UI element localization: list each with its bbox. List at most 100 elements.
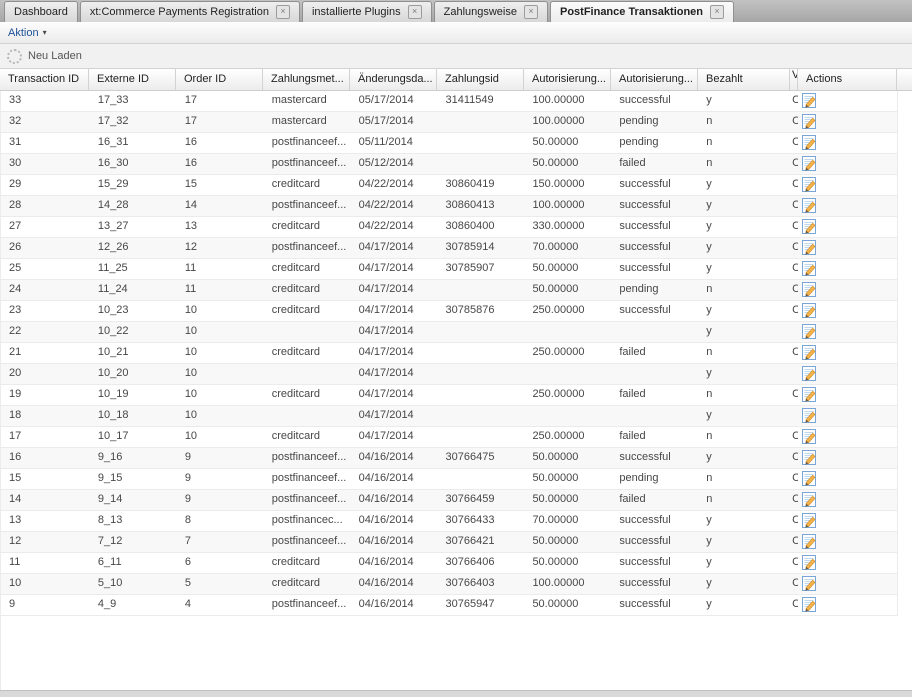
edit-icon <box>802 219 817 234</box>
edit-action-button[interactable] <box>802 345 817 360</box>
content-area <box>0 616 912 690</box>
tab-close-icon[interactable]: × <box>408 5 422 19</box>
table-row[interactable]: 1810_181004/17/2014y <box>1 406 898 427</box>
cell: 04/22/2014 <box>351 175 438 195</box>
table-row[interactable]: 2210_221004/17/2014y <box>1 322 898 343</box>
edit-action-button[interactable] <box>802 156 817 171</box>
cell: 10 <box>177 322 264 342</box>
cell: 04/22/2014 <box>351 217 438 237</box>
edit-action-button[interactable] <box>802 492 817 507</box>
tab-zahlungsweise[interactable]: Zahlungsweise× <box>434 1 548 22</box>
table-row[interactable]: 149_149postfinanceef...04/16/20143076645… <box>1 490 898 511</box>
cell <box>438 385 525 405</box>
table-row[interactable]: 2612_2612postfinanceef...04/17/201430785… <box>1 238 898 259</box>
status-bar <box>0 690 912 697</box>
tab-xt-commerce-payments-registration[interactable]: xt:Commerce Payments Registration× <box>80 1 300 22</box>
edit-action-button[interactable] <box>802 576 817 591</box>
edit-action-button[interactable] <box>802 534 817 549</box>
cell: C <box>790 196 798 216</box>
table-row[interactable]: 3217_3217mastercard05/17/2014100.00000pe… <box>1 112 898 133</box>
table-row[interactable]: 2511_2511creditcard04/17/20143078590750.… <box>1 259 898 280</box>
table-row[interactable]: 2110_2110creditcard04/17/2014250.00000fa… <box>1 343 898 364</box>
reload-button[interactable]: Neu Laden <box>7 49 82 64</box>
cell: 04/16/2014 <box>351 448 438 468</box>
table-row[interactable]: 2310_2310creditcard04/17/201430785876250… <box>1 301 898 322</box>
edit-action-button[interactable] <box>802 177 817 192</box>
table-row[interactable]: 2010_201004/17/2014y <box>1 364 898 385</box>
cell: 10 <box>177 364 264 384</box>
cell: C <box>790 469 798 489</box>
table-row[interactable]: 3317_3317mastercard05/17/201431411549100… <box>1 91 898 112</box>
action-toolbar: Neu Laden <box>0 44 912 69</box>
edit-action-button[interactable] <box>802 597 817 612</box>
edit-action-button[interactable] <box>802 303 817 318</box>
edit-action-button[interactable] <box>802 93 817 108</box>
tab-close-icon[interactable]: × <box>524 5 538 19</box>
menu-item-aktion[interactable]: Aktion ▾ <box>8 27 47 39</box>
column-header-v[interactable]: V <box>790 69 798 90</box>
edit-action-button[interactable] <box>802 366 817 381</box>
table-row[interactable]: 3116_3116postfinanceef...05/11/201450.00… <box>1 133 898 154</box>
actions-cell <box>798 553 897 573</box>
table-row[interactable]: 94_94postfinanceef...04/16/2014307659475… <box>1 595 898 616</box>
cell: 14 <box>177 196 264 216</box>
column-header-transaction-id[interactable]: Transaction ID <box>0 69 89 90</box>
table-row[interactable]: 2915_2915creditcard04/22/201430860419150… <box>1 175 898 196</box>
edit-action-button[interactable] <box>802 471 817 486</box>
column-header-zahlungsid[interactable]: Zahlungsid <box>437 69 524 90</box>
edit-action-button[interactable] <box>802 450 817 465</box>
cell: 33 <box>1 91 90 111</box>
tab-postfinance-transaktionen[interactable]: PostFinance Transaktionen× <box>550 1 734 22</box>
edit-action-button[interactable] <box>802 555 817 570</box>
tab-close-icon[interactable]: × <box>276 5 290 19</box>
column-header-nderungsda[interactable]: Änderungsda... <box>350 69 437 90</box>
edit-action-button[interactable] <box>802 261 817 276</box>
cell: 28 <box>1 196 90 216</box>
column-header-zahlungsmet[interactable]: Zahlungsmet... <box>263 69 350 90</box>
cell: 50.00000 <box>524 532 611 552</box>
column-header-externe-id[interactable]: Externe ID <box>89 69 176 90</box>
cell <box>524 322 611 342</box>
cell: 18 <box>1 406 90 426</box>
actions-cell <box>798 343 897 363</box>
edit-action-button[interactable] <box>802 324 817 339</box>
column-header-autorisierung-7[interactable]: Autorisierung... <box>611 69 698 90</box>
tab-installierte-plugins[interactable]: installierte Plugins× <box>302 1 432 22</box>
edit-action-button[interactable] <box>802 135 817 150</box>
column-header-autorisierung[interactable]: Autorisierung... <box>524 69 611 90</box>
table-row[interactable]: 1910_1910creditcard04/17/2014250.00000fa… <box>1 385 898 406</box>
column-header-order-id[interactable]: Order ID <box>176 69 263 90</box>
table-row[interactable]: 159_159postfinanceef...04/16/201450.0000… <box>1 469 898 490</box>
table-row[interactable]: 127_127postfinanceef...04/16/20143076642… <box>1 532 898 553</box>
edit-action-button[interactable] <box>802 387 817 402</box>
cell: 05/12/2014 <box>351 154 438 174</box>
table-row[interactable]: 116_116creditcard04/16/20143076640650.00… <box>1 553 898 574</box>
table-row[interactable]: 3016_3016postfinanceef...05/12/201450.00… <box>1 154 898 175</box>
edit-action-button[interactable] <box>802 429 817 444</box>
table-row[interactable]: 105_105creditcard04/16/201430766403100.0… <box>1 574 898 595</box>
edit-action-button[interactable] <box>802 240 817 255</box>
cell: creditcard <box>264 175 351 195</box>
edit-action-button[interactable] <box>802 114 817 129</box>
cell: 10_23 <box>90 301 177 321</box>
table-row[interactable]: 2411_2411creditcard04/17/201450.00000pen… <box>1 280 898 301</box>
table-row[interactable]: 2713_2713creditcard04/22/201430860400330… <box>1 217 898 238</box>
edit-action-button[interactable] <box>802 198 817 213</box>
cell: 22 <box>1 322 90 342</box>
edit-action-button[interactable] <box>802 513 817 528</box>
tab-dashboard[interactable]: Dashboard <box>4 1 78 22</box>
table-row[interactable]: 1710_1710creditcard04/17/2014250.00000fa… <box>1 427 898 448</box>
cell: successful <box>611 175 698 195</box>
tab-close-icon[interactable]: × <box>710 5 724 19</box>
column-header-actions[interactable]: Actions <box>798 69 897 90</box>
cell: 150.00000 <box>524 175 611 195</box>
edit-action-button[interactable] <box>802 219 817 234</box>
edit-action-button[interactable] <box>802 282 817 297</box>
edit-action-button[interactable] <box>802 408 817 423</box>
table-row[interactable]: 2814_2814postfinanceef...04/22/201430860… <box>1 196 898 217</box>
table-row[interactable]: 138_138postfinancec...04/16/201430766433… <box>1 511 898 532</box>
column-header-bezahlt[interactable]: Bezahlt <box>698 69 790 90</box>
cell: 30860413 <box>438 196 525 216</box>
cell <box>611 364 698 384</box>
table-row[interactable]: 169_169postfinanceef...04/16/20143076647… <box>1 448 898 469</box>
